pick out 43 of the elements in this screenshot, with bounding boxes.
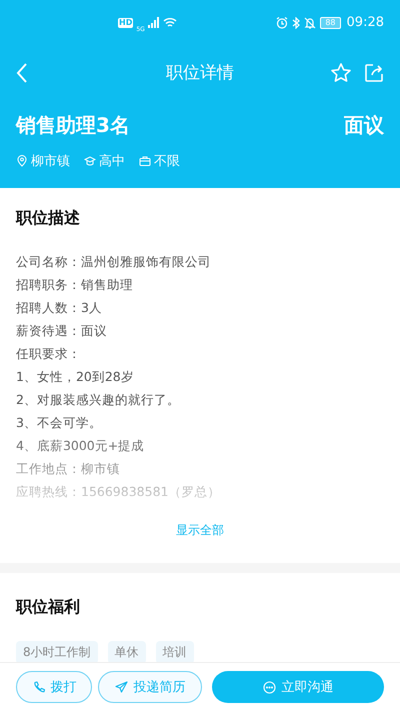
benefit-tag: 培训 [156, 641, 194, 664]
description-line: 招聘职务：销售助理 [16, 276, 134, 294]
job-title: 销售助理3名 [16, 112, 130, 138]
description-line: 2、对服装感兴趣的就行了。 [16, 391, 181, 409]
page-title: 职位详情 [165, 62, 235, 84]
show-all-link[interactable]: 显示全部 [176, 523, 224, 537]
paper-plane-icon [114, 680, 128, 694]
battery-icon: 88 [320, 16, 341, 28]
description-line: 4、底薪3000元+提成 [16, 437, 146, 455]
muted-bell-icon [304, 16, 316, 28]
description-line: 公司名称：温州创雅服饰有限公司 [16, 253, 212, 271]
wifi-icon [162, 17, 177, 28]
section-heading: 职位福利 [16, 597, 81, 617]
section-heading: 职位描述 [16, 208, 81, 228]
benefit-tag: 单休 [108, 641, 146, 664]
description-line: 任职要求： [16, 345, 82, 363]
chat-button[interactable]: 立即沟通 [212, 671, 384, 703]
description-line: 招聘人数：3人 [16, 299, 103, 317]
clock-time: 09:28 [346, 15, 384, 30]
chat-bubble-icon [262, 680, 276, 694]
network-badge: HD [118, 18, 134, 28]
share-icon[interactable] [364, 62, 384, 82]
salary-text: 面议 [344, 112, 384, 138]
signal-icon [148, 17, 160, 28]
graduation-cap-icon [84, 155, 96, 167]
job-tag-label: 高中 [99, 153, 125, 170]
description-line: 薪资待遇：面议 [16, 322, 108, 340]
job-tag-label: 柳市镇 [31, 153, 70, 170]
bluetooth-icon [292, 16, 300, 28]
alarm-icon [276, 16, 288, 28]
job-tag-label: 不限 [154, 153, 180, 170]
resume-button[interactable]: 投递简历 [98, 671, 202, 703]
description-line: 应聘热线：15669838581（罗总） [16, 483, 222, 501]
star-icon[interactable] [330, 62, 352, 84]
description-line: 1、女性，20到28岁 [16, 368, 135, 386]
back-icon[interactable] [16, 62, 28, 82]
briefcase-icon [139, 155, 151, 167]
call-button[interactable]: 拨打 [16, 671, 92, 703]
benefit-tag: 8小时工作制 [16, 641, 98, 664]
location-pin-icon [16, 155, 28, 167]
phone-icon [32, 680, 44, 694]
description-line: 3、不会可学。 [16, 414, 103, 432]
description-line: 工作地点：柳市镇 [16, 460, 121, 478]
